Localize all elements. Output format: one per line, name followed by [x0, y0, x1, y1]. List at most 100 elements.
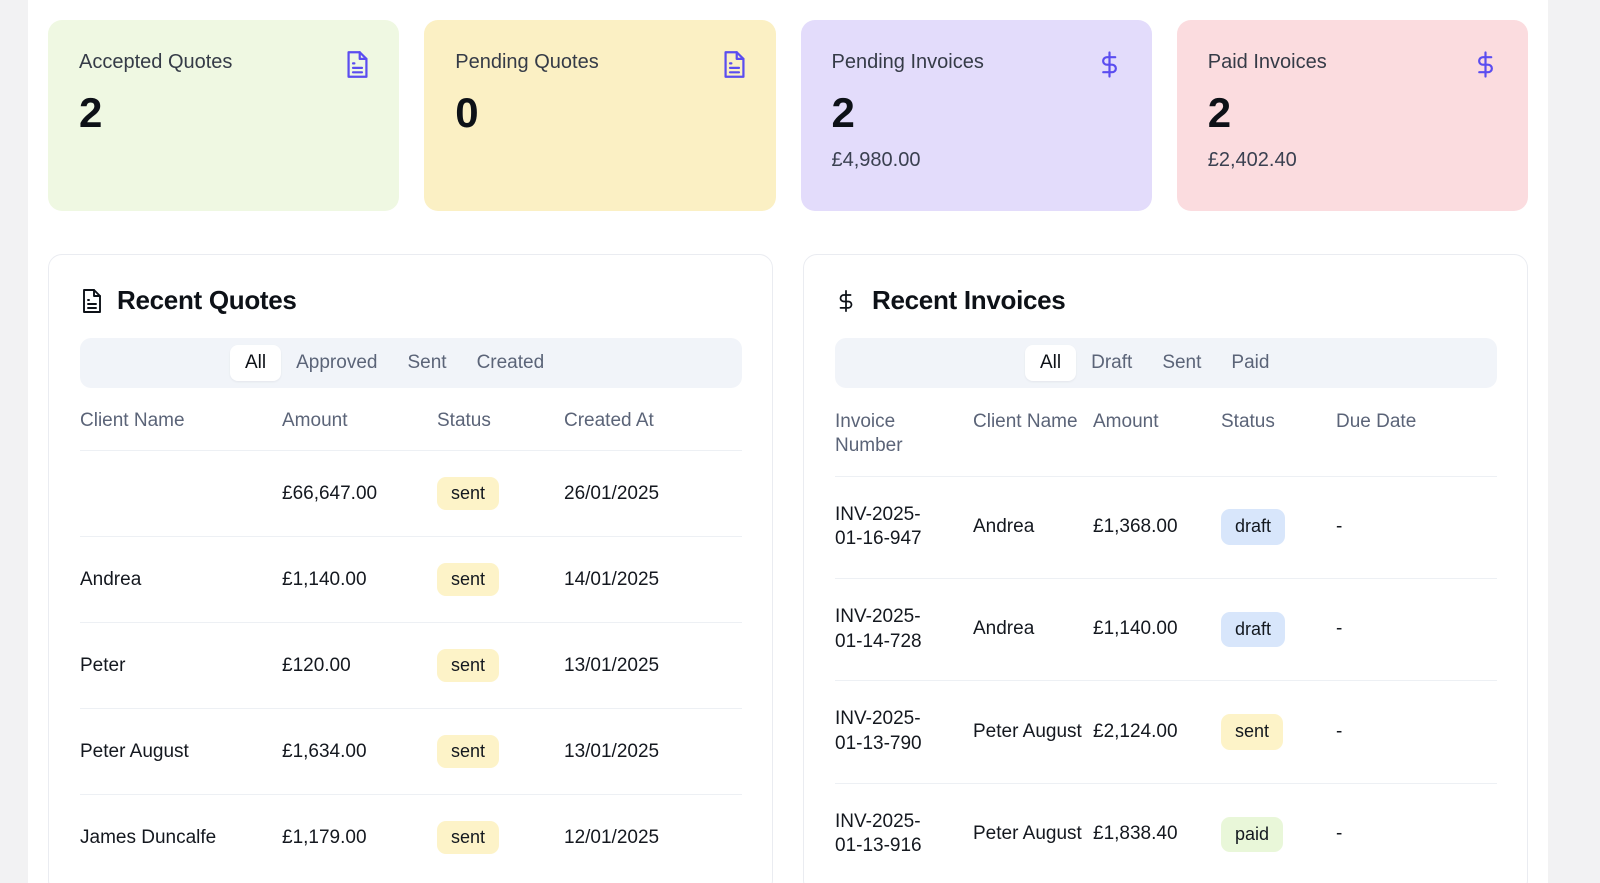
cell-invoice-number: INV-2025-01-13-916: [835, 782, 973, 883]
document-icon: [344, 50, 371, 79]
invoices-tabbar[interactable]: All Draft Sent Paid: [835, 338, 1497, 388]
stat-card-2: Pending Invoices 2 £4,980.00: [800, 20, 1152, 211]
cell-amount: £1,140.00: [1093, 577, 1221, 681]
stat-card-1: Pending Quotes 0: [424, 20, 776, 211]
table-row[interactable]: Peter £120.00 sent 13/01/2025: [80, 622, 742, 709]
cell-created-at: 13/01/2025: [564, 708, 742, 795]
cell-amount: £2,124.00: [1093, 680, 1221, 784]
cell-status: sent: [1221, 680, 1336, 784]
stat-card-label: Paid Invoices: [1207, 51, 1327, 73]
column-header: Client Name: [973, 411, 1078, 432]
stat-card-value: 2: [1207, 89, 1231, 136]
invoices-table-header-row: Invoice Number Client Name Amount Status Due…: [835, 410, 1497, 476]
invoices-tab-sent[interactable]: Sent: [1147, 345, 1216, 381]
quotes-tabbar[interactable]: All Approved Sent Created: [80, 338, 742, 388]
column-header: Amount: [1093, 411, 1159, 432]
invoices-tab-paid[interactable]: Paid: [1216, 345, 1284, 381]
invoices-tab-all[interactable]: All: [1025, 345, 1077, 381]
invoices-table: Invoice Number Client Name Amount Status Due…: [835, 410, 1497, 883]
document-icon: [80, 288, 104, 314]
cell-status: paid: [1221, 782, 1336, 883]
stat-card-0: Accepted Quotes 2: [48, 20, 400, 211]
recent-quotes-header: Recent Quotes: [80, 285, 742, 316]
cell-amount: £1,368.00: [1093, 475, 1221, 579]
quotes-tab-created[interactable]: Created: [462, 345, 560, 381]
stat-card-label: Pending Quotes: [455, 51, 599, 73]
dollar-icon: [1473, 50, 1500, 79]
column-header: Created At: [564, 410, 654, 431]
cell-amount: £120.00: [282, 622, 437, 709]
cell-client-name: Peter August: [973, 680, 1093, 784]
recent-quotes-panel: Recent Quotes All Approved Sent Created Cli…: [48, 254, 773, 883]
stat-card-value: 2: [831, 89, 855, 136]
invoices-table-body: INV-2025-01-16-947 Andrea £1,368.00 draft - I…: [835, 475, 1497, 883]
document-icon: [721, 50, 748, 79]
cell-client-name: James Duncalfe: [80, 794, 282, 880]
cell-amount: £66,647.00: [282, 450, 437, 537]
cell-client-name: [80, 450, 282, 537]
cell-status: draft: [1221, 475, 1336, 579]
stat-card-3: Paid Invoices 2 £2,402.40: [1176, 20, 1528, 211]
left-gutter: [0, 0, 28, 883]
cell-invoice-number: INV-2025-01-13-790: [835, 680, 973, 784]
cell-client-name: Andrea: [973, 577, 1093, 681]
cell-amount: £1,838.40: [1093, 782, 1221, 883]
cell-due-date: -: [1336, 680, 1497, 784]
right-gutter: [1548, 0, 1600, 883]
cell-due-date: -: [1336, 475, 1497, 579]
cell-status: sent: [437, 536, 564, 623]
panels-row: Recent Quotes All Approved Sent Created Cli…: [48, 254, 1528, 883]
dashboard-page: Accepted Quotes 2 Pending Quotes 0 Pending I…: [28, 0, 1548, 883]
stat-card-label: Accepted Quotes: [79, 51, 233, 73]
cell-status: sent: [437, 622, 564, 709]
column-header: Client Name: [80, 410, 185, 431]
recent-quotes-title: Recent Quotes: [117, 285, 297, 315]
table-row[interactable]: INV-2025-01-13-790 Peter August £2,124.00 s…: [835, 680, 1497, 784]
status-badge: paid: [1221, 816, 1284, 852]
cell-client-name: Peter August: [80, 708, 282, 795]
column-header: Amount: [282, 410, 348, 431]
cell-status: draft: [1221, 577, 1336, 681]
cell-invoice-number: INV-2025-01-16-947: [835, 475, 973, 579]
column-header: Due Date: [1336, 411, 1417, 432]
cell-due-date: -: [1336, 577, 1497, 681]
table-row[interactable]: INV-2025-01-13-916 Peter August £1,838.40 p…: [835, 782, 1497, 883]
quotes-tab-sent[interactable]: Sent: [392, 345, 461, 381]
status-badge: sent: [437, 477, 500, 510]
cell-client-name: Andrea: [973, 475, 1093, 579]
stat-card-label: Pending Invoices: [831, 51, 984, 73]
table-row[interactable]: INV-2025-01-16-947 Andrea £1,368.00 draft -: [835, 475, 1497, 579]
status-badge: draft: [1221, 611, 1286, 648]
dollar-icon: [835, 288, 859, 314]
column-header: Invoice Number: [835, 411, 903, 456]
status-badge: draft: [1221, 509, 1286, 545]
status-badge: sent: [437, 649, 500, 682]
stat-card-subvalue: £2,402.40: [1207, 149, 1297, 172]
table-row[interactable]: INV-2025-01-14-728 Andrea £1,140.00 draft -: [835, 577, 1497, 681]
cell-created-at: 14/01/2025: [564, 536, 742, 623]
column-header: Status: [437, 410, 491, 431]
cell-amount: £1,179.00: [282, 794, 437, 880]
table-row[interactable]: Peter August £1,634.00 sent 13/01/2025: [80, 708, 742, 795]
cell-client-name: Peter August: [973, 782, 1093, 883]
column-header: Status: [1221, 411, 1275, 432]
recent-invoices-panel: Recent Invoices All Draft Sent Paid Invoice…: [803, 254, 1528, 883]
quotes-table-header-row: Client Name Amount Status Created At: [80, 410, 742, 451]
quotes-tab-approved[interactable]: Approved: [281, 345, 392, 381]
cell-client-name: Andrea: [80, 536, 282, 623]
cell-client-name: Peter: [80, 622, 282, 709]
cell-amount: £1,140.00: [282, 536, 437, 623]
stat-card-subvalue: £4,980.00: [831, 149, 921, 172]
status-badge: sent: [437, 821, 500, 854]
table-row[interactable]: £66,647.00 sent 26/01/2025: [80, 450, 742, 537]
cell-amount: £1,634.00: [282, 708, 437, 795]
dollar-icon: [1097, 50, 1124, 79]
cell-created-at: 13/01/2025: [564, 622, 742, 709]
quotes-tab-all[interactable]: All: [230, 345, 282, 381]
cell-status: sent: [437, 450, 564, 537]
invoices-tab-draft[interactable]: Draft: [1076, 345, 1147, 381]
quotes-table-body: £66,647.00 sent 26/01/2025 Andrea £1,140.00 s…: [80, 450, 742, 880]
stat-card-value: 2: [79, 89, 102, 136]
table-row[interactable]: James Duncalfe £1,179.00 sent 12/01/2025: [80, 794, 742, 880]
table-row[interactable]: Andrea £1,140.00 sent 14/01/2025: [80, 536, 742, 623]
